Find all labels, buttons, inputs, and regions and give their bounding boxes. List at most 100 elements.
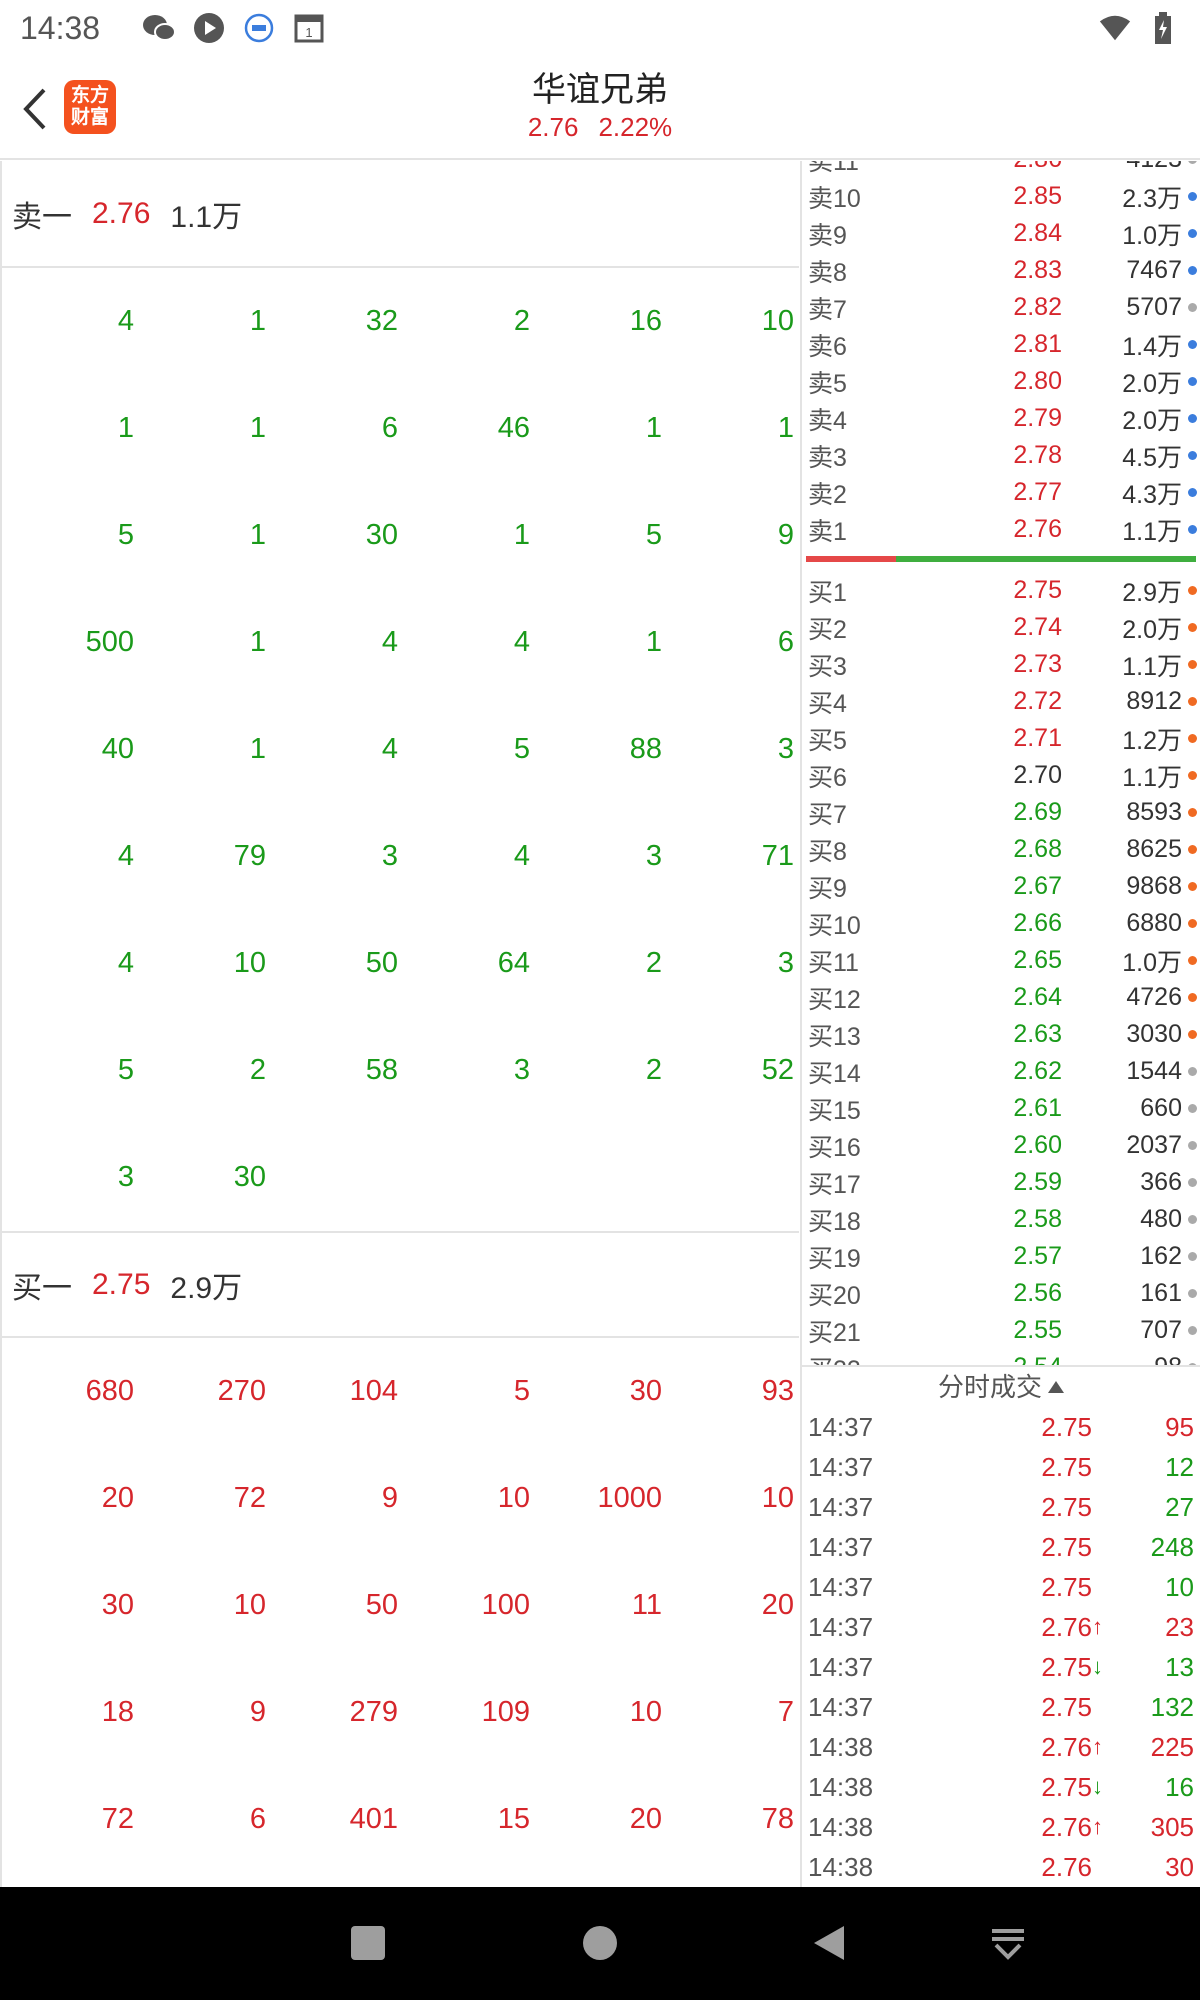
ask-level-row[interactable]: 卖1 2.76 1.1万 <box>802 511 1200 548</box>
trade-price: 2.76 <box>1041 1731 1092 1762</box>
buy-queue-order: 5 <box>513 1375 530 1407</box>
level-label: 买3 <box>808 652 847 681</box>
back-triangle-icon[interactable] <box>802 1915 858 1971</box>
bid-level-row[interactable]: 买12 2.64 4726 <box>802 979 1200 1016</box>
bid-level-row[interactable]: 买5 2.71 1.2万 <box>802 720 1200 757</box>
sell-queue-order: 64 <box>497 947 530 979</box>
ask-level-row[interactable]: 卖9 2.84 1.0万 <box>802 215 1200 252</box>
bid-level-row[interactable]: 买18 2.58 480 <box>802 1201 1200 1238</box>
notification-pulldown-icon[interactable] <box>980 1915 1036 1971</box>
level-price: 2.72 <box>1013 687 1062 715</box>
ask-level-row[interactable]: 卖7 2.82 5707 <box>802 289 1200 326</box>
trade-row: 14:38 2.76 ↑ 305 <box>802 1807 1200 1847</box>
level-dot-icon <box>1188 734 1197 743</box>
sell-queue-row: 4 1 32 2 16 10 <box>2 268 799 375</box>
bid-level-row[interactable]: 买3 2.73 1.1万 <box>802 646 1200 683</box>
level-label: 买6 <box>808 763 847 792</box>
bid-level-row[interactable]: 买14 2.62 1544 <box>802 1053 1200 1090</box>
sell-queue-order: 1 <box>249 412 266 444</box>
sell-queue-order: 500 <box>85 626 134 658</box>
sell-queue-order: 5 <box>117 519 134 551</box>
level-label: 买17 <box>808 1170 861 1199</box>
buy-price: 2.75 <box>92 1267 151 1301</box>
buy-queue-order: 11 <box>631 1589 662 1621</box>
bid-level-row[interactable]: 买13 2.63 3030 <box>802 1016 1200 1053</box>
arrow-up-icon: ↑ <box>1092 1614 1103 1639</box>
bid-level-row[interactable]: 买11 2.65 1.0万 <box>802 942 1200 979</box>
bid-level-row[interactable]: 买9 2.67 9868 <box>802 868 1200 905</box>
stock-change-pct: 2.22% <box>598 112 673 142</box>
level-volume: 98 <box>1062 1353 1182 1365</box>
play-icon <box>192 11 226 45</box>
trade-price: 2.76 <box>1041 1811 1092 1842</box>
level-price: 2.76 <box>1013 515 1062 543</box>
sell-queue-order: 6 <box>381 412 398 444</box>
time-sales-header[interactable]: 分时成交 <box>802 1367 1200 1407</box>
bid-level-row[interactable]: 买15 2.61 660 <box>802 1090 1200 1127</box>
bid-level-row[interactable]: 买8 2.68 8625 <box>802 831 1200 868</box>
trade-row: 14:38 2.76 30 <box>802 1847 1200 1887</box>
sell-queue-order: 2 <box>513 305 530 337</box>
ask-level-row[interactable]: 卖3 2.78 4.5万 <box>802 437 1200 474</box>
sell-queue-order: 2 <box>645 947 662 979</box>
bid-level-row[interactable]: 买10 2.66 6880 <box>802 905 1200 942</box>
trade-time: 14:37 <box>808 1531 874 1562</box>
sell-queue-row: 40 1 4 5 88 3 <box>2 696 799 803</box>
level-price: 2.82 <box>1013 293 1062 321</box>
level-label: 买8 <box>808 837 847 866</box>
bid-level-row[interactable]: 买16 2.60 2037 <box>802 1127 1200 1164</box>
recents-square-icon[interactable] <box>340 1915 396 1971</box>
buy-queue-order: 20 <box>629 1803 662 1835</box>
time-sales-panel[interactable]: 分时成交 14:37 2.75 95 14:37 2.75 12 14:37 2.75 27 14… <box>800 1365 1200 1887</box>
level-dot-icon <box>1188 586 1197 595</box>
bid-level-row[interactable]: 买222.5498 <box>802 1349 1200 1365</box>
stock-price: 2.76 <box>527 112 579 142</box>
level-dot-icon <box>1188 414 1197 423</box>
ask-level-row[interactable]: 卖8 2.83 7467 <box>802 252 1200 289</box>
buy-queue-order: 6 <box>249 1803 266 1835</box>
bid-level-row[interactable]: 买4 2.72 8912 <box>802 683 1200 720</box>
level-dot-icon <box>1188 1030 1197 1039</box>
bid-level-row[interactable]: 买21 2.55 707 <box>802 1312 1200 1349</box>
sell-queue-row: 1 1 6 46 1 1 <box>2 375 799 482</box>
trade-time: 14:37 <box>808 1571 874 1602</box>
sell-queue-order: 30 <box>365 519 398 551</box>
trade-row: 14:37 2.75 132 <box>802 1687 1200 1727</box>
bid-level-row[interactable]: 买6 2.70 1.1万 <box>802 757 1200 794</box>
level-volume: 2.9万 <box>1122 578 1182 607</box>
ask-level-row[interactable]: 卖2 2.77 4.3万 <box>802 474 1200 511</box>
sell-queue-grid: 4 1 32 2 16 10 1 1 6 46 1 1 5 1 30 1 5 9 500 1 4 4 1 6 40 1 4 5 88 3 4… <box>2 268 799 1231</box>
level-label: 卖9 <box>808 221 847 250</box>
sell-queue-order: 4 <box>117 840 134 872</box>
level-volume: 7467 <box>1126 256 1182 284</box>
ask-level-row[interactable]: 卖5 2.80 2.0万 <box>802 363 1200 400</box>
bid-level-row[interactable]: 买19 2.57 162 <box>802 1238 1200 1275</box>
trade-price: 2.75 <box>1041 1571 1092 1602</box>
bid-level-row[interactable]: 买2 2.74 2.0万 <box>802 609 1200 646</box>
level-dot-icon <box>1188 229 1197 238</box>
ask-level-row[interactable]: 卖10 2.85 2.3万 <box>802 178 1200 215</box>
order-queue-panel[interactable]: 卖一 2.76 1.1万 4 1 32 2 16 10 1 1 6 46 1 1 5 1 30 1 5 9 500 1… <box>0 161 799 1887</box>
home-circle-icon[interactable] <box>572 1915 628 1971</box>
trade-time: 14:38 <box>808 1771 874 1802</box>
level-price: 2.54 <box>942 1353 1062 1365</box>
level-price: 2.73 <box>1013 650 1062 678</box>
level-price: 2.71 <box>1013 724 1062 752</box>
bid-level-row[interactable]: 买7 2.69 8593 <box>802 794 1200 831</box>
bid-level-row[interactable]: 买20 2.56 161 <box>802 1275 1200 1312</box>
level-price: 2.77 <box>1013 478 1062 506</box>
sell-queue-order: 32 <box>365 305 398 337</box>
sell-queue-row: 5 2 58 3 2 52 <box>2 1017 799 1124</box>
bid-level-row[interactable]: 买1 2.75 2.9万 <box>802 572 1200 609</box>
ask-level-row[interactable]: 卖6 2.81 1.4万 <box>802 326 1200 363</box>
ask-level-row[interactable]: 卖11 2.864123 <box>802 161 1200 178</box>
level-label: 买1 <box>808 578 847 607</box>
bid-level-row[interactable]: 买17 2.59 366 <box>802 1164 1200 1201</box>
order-book-panel[interactable]: 卖112.864123卖102.852.3万卖92.841.0万卖82.8374… <box>800 161 1200 1365</box>
buy-queue-order: 30 <box>629 1375 662 1407</box>
ask-level-row[interactable]: 卖4 2.79 2.0万 <box>802 400 1200 437</box>
trade-volume: 248 <box>1150 1531 1194 1562</box>
level-price: 2.64 <box>1013 983 1062 1011</box>
trade-volume: 10 <box>1165 1571 1194 1602</box>
level-price: 2.59 <box>1013 1168 1062 1196</box>
